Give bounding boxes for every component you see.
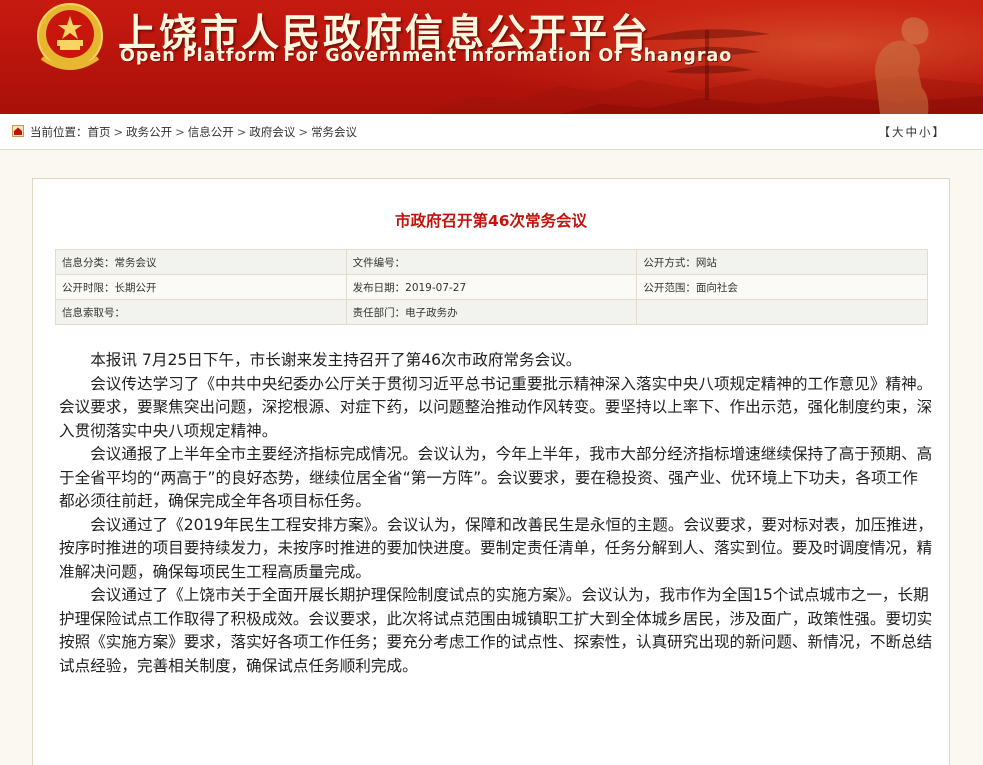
- article-panel: 市政府召开第46次常务会议 信息分类：常务会议 文件编号： 公开方式：网站 公开…: [32, 178, 950, 765]
- font-size-switcher: 【大中小】: [878, 124, 946, 140]
- article-paragraph: 会议通过了《2019年民生工程安排方案》。会议认为，保障和改善民生是永恒的主题。…: [59, 515, 933, 581]
- font-size-bracket-open: 【: [878, 125, 891, 139]
- meta-responsible-department: 责任部门：电子政务办: [345, 299, 638, 325]
- site-title-english: Open Platform For Government Information…: [120, 46, 733, 66]
- breadcrumb-link-gov-meetings[interactable]: 政府会议: [249, 125, 295, 139]
- breadcrumb-separator: >: [236, 125, 247, 139]
- font-size-bracket-close: 】: [932, 125, 945, 139]
- meta-info-category: 信息分类：常务会议: [55, 249, 347, 275]
- meta-index-number: 信息索取号：: [55, 299, 347, 325]
- header-banner: 上饶市人民政府信息公开平台 Open Platform For Governme…: [0, 0, 983, 114]
- article-paragraph: 会议传达学习了《中共中央纪委办公厅关于贯彻习近平总书记重要批示精神深入落实中央八…: [59, 374, 933, 440]
- breadcrumb-link-home[interactable]: 首页: [88, 125, 111, 139]
- article-paragraph: 本报讯 7月25日下午，市长谢来发主持召开了第46次市政府常务会议。: [90, 351, 582, 369]
- meta-publish-date: 发布日期：2019-07-27: [345, 274, 638, 300]
- meta-empty-cell: [636, 299, 928, 325]
- article-title: 市政府召开第46次常务会议: [394, 212, 588, 230]
- meta-document-number: 文件编号：: [345, 249, 638, 275]
- breadcrumb-bar: 当前位置：首页 > 政务公开 > 信息公开 > 政府会议 > 常务会议 【大中小】: [0, 114, 983, 150]
- national-emblem-icon: [37, 3, 103, 70]
- article-paragraph: 会议通报了上半年全市主要经济指标完成情况。会议认为，今年上半年，我市大部分经济指…: [59, 445, 933, 510]
- font-size-large-button[interactable]: 大: [892, 125, 904, 139]
- breadcrumb-link-gov-affairs[interactable]: 政务公开: [126, 125, 172, 139]
- breadcrumb-link-info-disclosure[interactable]: 信息公开: [188, 125, 234, 139]
- breadcrumb-separator: >: [175, 125, 185, 139]
- breadcrumb-prefix: 当前位置：: [30, 125, 88, 139]
- breadcrumb: 当前位置：首页 > 政务公开 > 信息公开 > 政府会议 > 常务会议: [30, 124, 357, 140]
- meta-row: 公开时限：长期公开 发布日期：2019-07-27 公开范围：面向社会: [55, 274, 928, 300]
- location-home-icon: [12, 125, 24, 137]
- meta-disclosure-scope: 公开范围：面向社会: [636, 274, 928, 300]
- font-size-small-button[interactable]: 小: [919, 125, 931, 139]
- meta-row: 信息索取号： 责任部门：电子政务办: [55, 299, 928, 325]
- article-paragraph: 会议通过了《上饶市关于全面开展长期护理保险制度试点的实施方案》。会议认为，我市作…: [59, 586, 933, 675]
- breadcrumb-separator: >: [298, 125, 309, 139]
- article-meta-table: 信息分类：常务会议 文件编号： 公开方式：网站 公开时限：长期公开 发布日期：2…: [55, 249, 928, 325]
- meta-row: 信息分类：常务会议 文件编号： 公开方式：网站: [55, 249, 928, 275]
- breadcrumb-link-executive-meetings[interactable]: 常务会议: [311, 125, 357, 139]
- article-body: 本报讯 7月25日下午，市长谢来发主持召开了第46次市政府常务会议。 会议传达学…: [59, 349, 933, 678]
- meta-disclosure-method: 公开方式：网站: [636, 249, 928, 275]
- breadcrumb-separator: >: [113, 125, 124, 139]
- meta-disclosure-period: 公开时限：长期公开: [55, 274, 347, 300]
- font-size-medium-button[interactable]: 中: [906, 125, 918, 139]
